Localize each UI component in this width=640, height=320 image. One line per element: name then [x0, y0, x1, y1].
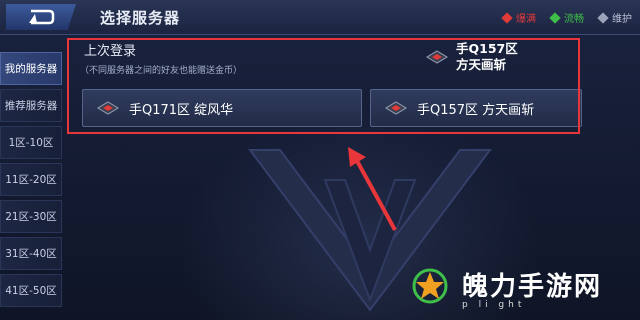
- status-legend: 爆满 流畅 维护: [501, 10, 632, 25]
- annotation-highlight-box: [67, 38, 580, 134]
- sidebar-item-11-20[interactable]: 11区-20区: [0, 163, 62, 196]
- sidebar-item-label: 1区-10区: [8, 137, 54, 149]
- sidebar-item-31-40[interactable]: 31区-40区: [0, 237, 62, 270]
- legend-maintenance: 维护: [597, 10, 632, 25]
- sidebar-item-label: 41区-50区: [5, 285, 57, 297]
- legend-full-label: 爆满: [516, 14, 536, 25]
- page-title: 选择服务器: [100, 9, 181, 27]
- sidebar-item-label: 11区-20区: [5, 174, 57, 186]
- sidebar-item-my-servers[interactable]: 我的服务器: [0, 52, 62, 85]
- sidebar-item-label: 推荐服务器: [4, 100, 58, 112]
- sidebar-item-21-30[interactable]: 21区-30区: [0, 200, 62, 233]
- maintenance-status-icon: [597, 11, 609, 24]
- annotation-arrow-icon: [348, 147, 397, 231]
- sidebar-item-label: 31区-40区: [5, 248, 57, 260]
- top-bar: 选择服务器 爆满 流畅 维护: [0, 0, 640, 35]
- back-button[interactable]: [6, 4, 76, 30]
- sidebar-item-1-10[interactable]: 1区-10区: [0, 126, 62, 159]
- sidebar-item-41-50[interactable]: 41区-50区: [0, 274, 62, 307]
- sidebar-item-label: 21区-30区: [5, 211, 57, 223]
- server-category-sidebar: 我的服务器 推荐服务器 1区-10区 11区-20区 21区-30区 31区-4…: [0, 52, 64, 311]
- watermark-text: 魄力手游网: [462, 272, 603, 302]
- back-arrow-icon: [29, 9, 55, 25]
- watermark-subtext: p li ght: [462, 300, 526, 310]
- sidebar-item-label: 我的服务器: [4, 63, 58, 75]
- smooth-status-icon: [549, 11, 561, 24]
- legend-smooth-label: 流畅: [564, 14, 584, 25]
- legend-smooth: 流畅: [549, 10, 584, 25]
- sidebar-item-recommended[interactable]: 推荐服务器: [0, 89, 62, 122]
- full-status-icon: [501, 11, 513, 24]
- legend-maintenance-label: 维护: [612, 14, 632, 25]
- legend-full: 爆满: [501, 10, 536, 25]
